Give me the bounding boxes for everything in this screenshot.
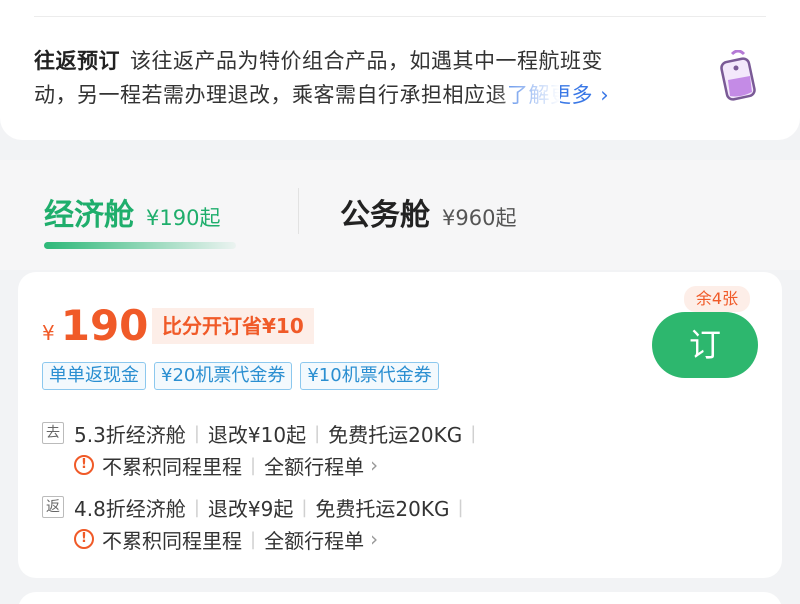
separator: | bbox=[193, 496, 200, 518]
active-tab-indicator bbox=[44, 242, 236, 249]
segment-outbound: 去 5.3折经济舱 | 退改¥10起 | 免费托运20KG | ! 不累积同程里… bbox=[42, 418, 484, 480]
chevron-right-icon[interactable]: › bbox=[370, 527, 378, 551]
change-fee[interactable]: 退改¥9起 bbox=[208, 493, 293, 522]
remaining-seats-badge: 余4张 bbox=[684, 286, 750, 312]
luggage-tag-icon bbox=[720, 50, 756, 101]
notice-title: 往返预订 bbox=[34, 49, 120, 73]
tab-business[interactable]: 公务舱 ¥960起 bbox=[340, 190, 516, 234]
segment-return: 返 4.8折经济舱 | 退改¥9起 | 免费托运20KG | ! 不累积同程里程… bbox=[42, 492, 472, 554]
currency-symbol: ¥ bbox=[42, 321, 55, 345]
next-fare-card bbox=[18, 592, 782, 604]
tab-economy-price: ¥190起 bbox=[146, 206, 221, 230]
separator: | bbox=[193, 422, 200, 444]
benefit-tag: ¥10机票代金券 bbox=[300, 362, 439, 390]
warning-circle-icon: ! bbox=[74, 455, 94, 475]
separator: | bbox=[301, 496, 308, 518]
round-trip-notice-card: 往返预订 该往返产品为特价组合产品，如遇其中一程航班变 动，另一程若需办理退改，乘… bbox=[0, 0, 800, 140]
tab-economy-label: 经济舱 bbox=[44, 198, 134, 233]
book-button[interactable]: 订 bbox=[652, 312, 758, 378]
cabin-discount: 4.8折经济舱 bbox=[74, 496, 186, 521]
warning-circle-icon: ! bbox=[74, 529, 94, 549]
baggage-allowance: 免费托运20KG bbox=[328, 422, 463, 447]
separator: | bbox=[250, 528, 257, 550]
segment-tag: 返 bbox=[42, 496, 64, 518]
notice-line-1: 该往返产品为特价组合产品，如遇其中一程航班变 bbox=[130, 49, 603, 73]
tab-business-label: 公务舱 bbox=[340, 198, 430, 233]
tab-divider bbox=[298, 188, 299, 234]
cabin-tabs: 经济舱 ¥190起 公务舱 ¥960起 bbox=[0, 160, 800, 270]
separator: | bbox=[470, 422, 477, 444]
tab-economy[interactable]: 经济舱 ¥190起 bbox=[44, 190, 220, 234]
separator: | bbox=[250, 454, 257, 476]
text-fade-overlay bbox=[490, 80, 560, 114]
segment-tag: 去 bbox=[42, 422, 64, 444]
chevron-right-icon[interactable]: › bbox=[370, 453, 378, 477]
price-amount: 190 bbox=[60, 301, 149, 350]
mileage-note: 不累积同程里程 bbox=[102, 454, 242, 479]
baggage-allowance: 免费托运20KG bbox=[315, 496, 450, 521]
change-fee[interactable]: 退改¥10起 bbox=[208, 419, 306, 448]
save-badge: 比分开订省¥10 bbox=[152, 308, 314, 344]
cabin-discount: 5.3折经济舱 bbox=[74, 422, 186, 447]
separator: | bbox=[457, 496, 464, 518]
notice-line-2: 动，另一程若需办理退改，乘客需自行承担相应退 bbox=[34, 83, 507, 107]
notice-text: 往返预订 该往返产品为特价组合产品，如遇其中一程航班变 动，另一程若需办理退改，乘… bbox=[34, 44, 684, 112]
itinerary-receipt[interactable]: 全额行程单 bbox=[264, 525, 364, 554]
fare-price: ¥ 190 bbox=[42, 302, 148, 350]
itinerary-receipt[interactable]: 全额行程单 bbox=[264, 451, 364, 480]
divider bbox=[34, 16, 766, 17]
benefit-tag: 单单返现金 bbox=[42, 362, 146, 390]
benefit-tag: ¥20机票代金券 bbox=[154, 362, 293, 390]
benefit-tags: 单单返现金 ¥20机票代金券 ¥10机票代金券 bbox=[42, 362, 439, 390]
mileage-note: 不累积同程里程 bbox=[102, 528, 242, 553]
tab-business-price: ¥960起 bbox=[442, 206, 517, 230]
separator: | bbox=[314, 422, 321, 444]
fare-card[interactable]: ¥ 190 比分开订省¥10 余4张 订 单单返现金 ¥20机票代金券 ¥10机… bbox=[18, 272, 782, 578]
